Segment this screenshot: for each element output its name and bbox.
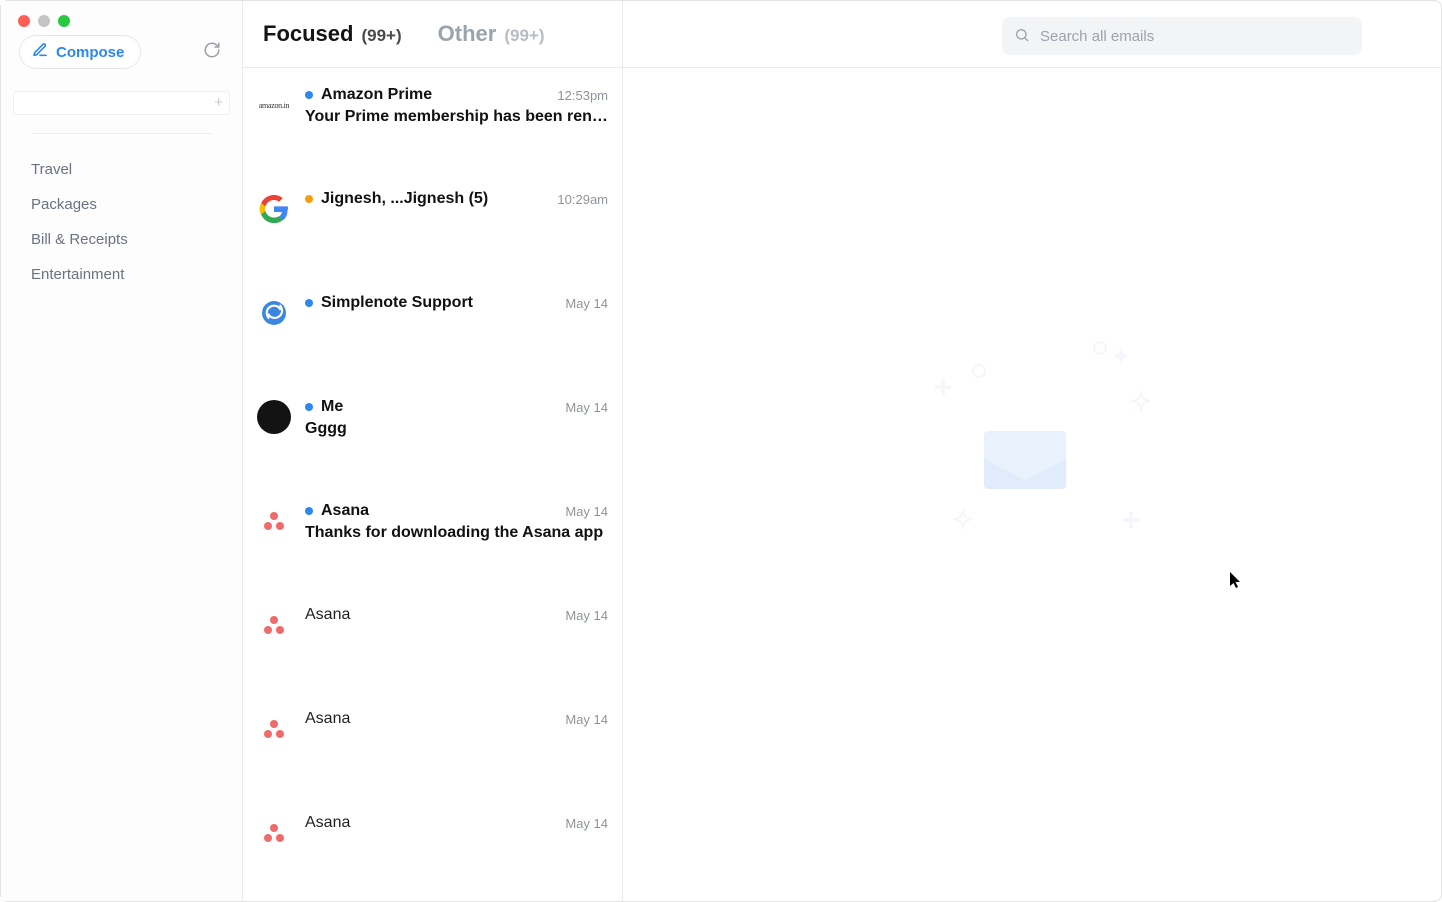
message-time: May 14 [565, 712, 608, 727]
message-time: 12:53pm [557, 88, 608, 103]
account-selector[interactable]: + [13, 91, 230, 115]
unread-dot-icon [305, 299, 313, 307]
message-row[interactable]: Asana May 14 [243, 588, 622, 692]
content-panel [623, 1, 1441, 901]
message-row[interactable]: Simplenote Support May 14 [243, 276, 622, 380]
message-time: 10:29am [557, 192, 608, 207]
message-list-panel: Focused (99+) Other (99+) amazon.in [243, 1, 623, 901]
tab-focused-count: (99+) [361, 26, 401, 46]
message-subject: Thanks for downloading the Asana app [305, 524, 608, 542]
tab-focused[interactable]: Focused (99+) [263, 21, 402, 47]
pencil-icon [32, 42, 48, 62]
compose-button[interactable]: Compose [19, 35, 141, 69]
message-sender: Asana [305, 606, 557, 624]
add-account-icon[interactable]: + [214, 95, 223, 110]
compose-label: Compose [56, 44, 124, 61]
message-time: May 14 [565, 504, 608, 519]
message-row[interactable]: Asana May 14 Thanks for downloading the … [243, 484, 622, 588]
message-sender: Asana [321, 502, 557, 520]
sidebar-item-travel[interactable]: Travel [31, 152, 242, 187]
message-time: May 14 [565, 296, 608, 311]
star-icon [952, 509, 974, 536]
tab-other-count: (99+) [504, 26, 544, 46]
tab-focused-label: Focused [263, 21, 353, 47]
avatar [257, 816, 291, 850]
tab-other-label: Other [438, 21, 497, 47]
refresh-icon [203, 41, 221, 64]
plus-icon [1120, 509, 1142, 536]
folder-list: Travel Packages Bill & Receipts Entertai… [1, 152, 242, 292]
message-sender: Amazon Prime [321, 86, 549, 104]
mouse-cursor-icon [1229, 571, 1243, 589]
message-sender: Jignesh, ...Jignesh (5) [321, 190, 549, 208]
asana-icon [264, 824, 284, 842]
avatar [257, 296, 291, 330]
avatar [257, 400, 291, 434]
sidebar-item-entertainment[interactable]: Entertainment [31, 257, 242, 292]
plus-icon [932, 376, 954, 403]
sidebar-item-bill-receipts[interactable]: Bill & Receipts [31, 222, 242, 257]
unread-dot-icon [305, 91, 313, 99]
avatar [257, 712, 291, 746]
avatar [257, 192, 291, 226]
message-row[interactable]: Asana May 14 [243, 692, 622, 796]
message-time: May 14 [565, 400, 608, 415]
message-row[interactable]: Me May 14 Gggg [243, 380, 622, 484]
avatar: amazon.in [257, 88, 291, 122]
tab-other[interactable]: Other (99+) [438, 21, 545, 47]
asana-icon [264, 616, 284, 634]
window-controls [18, 15, 70, 27]
message-subject: Your Prime membership has been ren… [305, 108, 608, 126]
envelope-icon [984, 431, 1066, 489]
message-subject: Gggg [305, 420, 608, 438]
star-icon [1130, 391, 1152, 418]
message-sender: Me [321, 398, 557, 416]
window-maximize-button[interactable] [58, 15, 70, 27]
sidebar-item-packages[interactable]: Packages [31, 187, 242, 222]
divider [31, 133, 212, 134]
message-time: May 14 [565, 816, 608, 831]
star-icon [1110, 346, 1132, 373]
message-row[interactable]: Jignesh, ...Jignesh (5) 10:29am [243, 172, 622, 276]
decorative-circle-icon [972, 364, 986, 378]
asana-icon [264, 512, 284, 530]
empty-state-illustration [902, 336, 1162, 566]
decorative-circle-icon [1093, 341, 1107, 355]
message-row[interactable]: amazon.in Amazon Prime 12:53pm Your Prim… [243, 68, 622, 172]
message-time: May 14 [565, 608, 608, 623]
message-sender: Asana [305, 814, 557, 832]
message-sender: Simplenote Support [321, 294, 557, 312]
message-sender: Asana [305, 710, 557, 728]
asana-icon [264, 720, 284, 738]
unread-dot-icon [305, 195, 313, 203]
window-close-button[interactable] [18, 15, 30, 27]
window-minimize-button[interactable] [38, 15, 50, 27]
avatar [257, 504, 291, 538]
unread-dot-icon [305, 403, 313, 411]
avatar [257, 608, 291, 642]
refresh-button[interactable] [198, 38, 226, 66]
message-list[interactable]: amazon.in Amazon Prime 12:53pm Your Prim… [243, 68, 622, 901]
sidebar: Compose + Travel Packages Bill & Receipt… [1, 1, 243, 901]
message-row[interactable]: Asana May 14 [243, 796, 622, 900]
unread-dot-icon [305, 507, 313, 515]
